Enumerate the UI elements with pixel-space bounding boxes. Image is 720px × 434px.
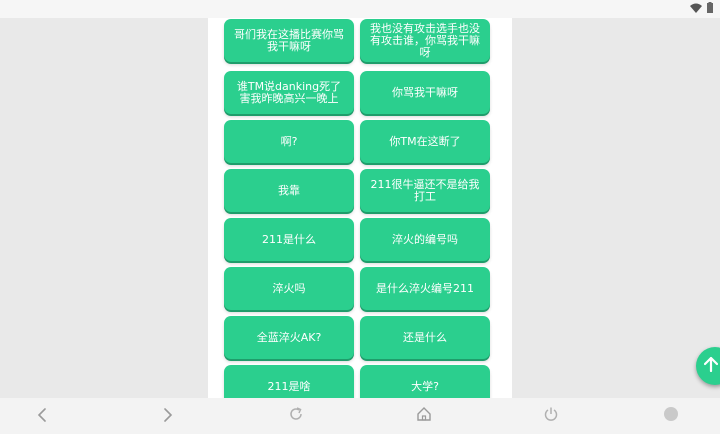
sound-button-6[interactable]: 你TM在这断了 [360,120,490,163]
sound-button-4[interactable]: 你骂我干嘛呀 [360,71,490,114]
sound-button-11[interactable]: 淬火吗 [224,267,354,310]
scroll-top-button[interactable] [696,347,720,385]
status-icons [690,2,714,14]
system-navigation-bar [0,398,720,434]
nav-back-button[interactable] [22,398,62,434]
home-icon [416,406,432,426]
back-icon [37,407,47,426]
sound-button-9[interactable]: 211是什么 [224,218,354,261]
circle-icon [663,406,679,426]
nav-power-button[interactable] [531,398,571,434]
nav-circle-button[interactable] [651,398,691,434]
status-bar [0,0,720,18]
sound-button-15[interactable]: 211是啥 [224,365,354,398]
sound-button-7[interactable]: 我靠 [224,169,354,212]
sound-button-2[interactable]: 我也没有攻击选手也没有攻击谁，你骂我干嘛呀 [360,19,490,62]
sound-button-3[interactable]: 谁TM说danking死了害我昨晚高兴一晚上 [224,71,354,114]
nav-refresh-button[interactable] [276,398,316,434]
wifi-icon [690,3,702,13]
sound-button-13[interactable]: 全蓝淬火AK? [224,316,354,359]
sound-button-12[interactable]: 是什么淬火编号211 [360,267,490,310]
power-icon [543,406,559,426]
nav-forward-button[interactable] [148,398,188,434]
forward-icon [163,407,173,426]
arrow-up-icon [703,356,719,376]
nav-home-button[interactable] [404,398,444,434]
sound-button-8[interactable]: 211很牛逼还不是给我打工 [360,169,490,212]
battery-icon [706,2,714,14]
refresh-icon [288,406,304,426]
sound-button-14[interactable]: 还是什么 [360,316,490,359]
sound-button-1[interactable]: 哥们我在这播比赛你骂我干嘛呀 [224,19,354,62]
sound-button-5[interactable]: 啊? [224,120,354,163]
sound-button-16[interactable]: 大学? [360,365,490,398]
button-grid-panel: 哥们我在这播比赛你骂我干嘛呀 我也没有攻击选手也没有攻击谁，你骂我干嘛呀 谁TM… [208,18,512,398]
sound-button-10[interactable]: 淬火的编号吗 [360,218,490,261]
